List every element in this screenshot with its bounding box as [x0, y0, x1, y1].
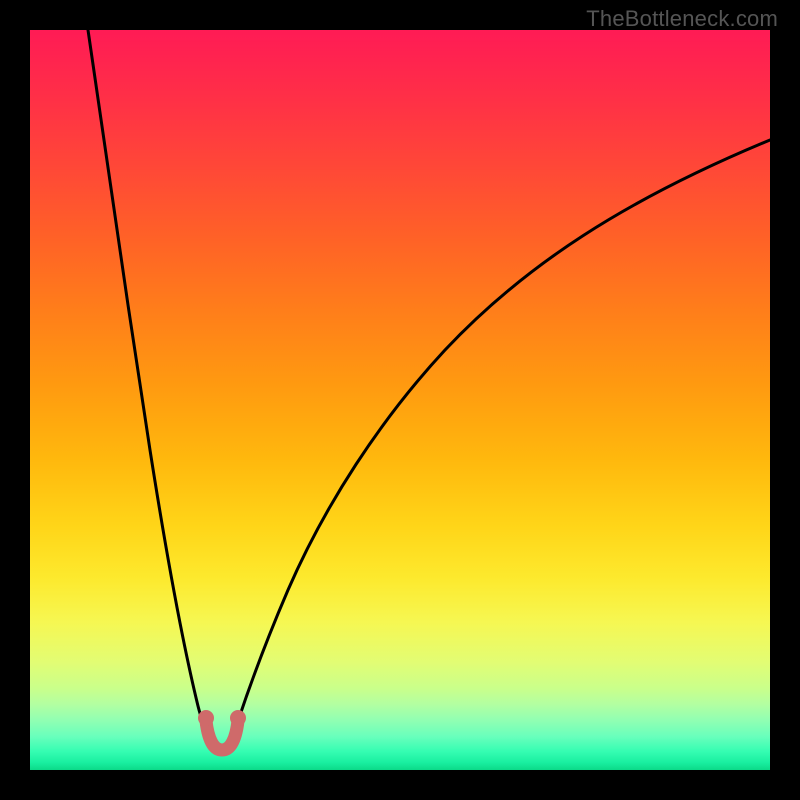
- highlight-u: [206, 721, 238, 750]
- highlight-point-left: [198, 710, 214, 726]
- watermark-text: TheBottleneck.com: [586, 6, 778, 32]
- left-curve: [88, 30, 206, 723]
- plot-area: [30, 30, 770, 770]
- right-curve: [238, 140, 770, 721]
- bottleneck-curve: [30, 30, 770, 770]
- highlight-point-right: [230, 710, 246, 726]
